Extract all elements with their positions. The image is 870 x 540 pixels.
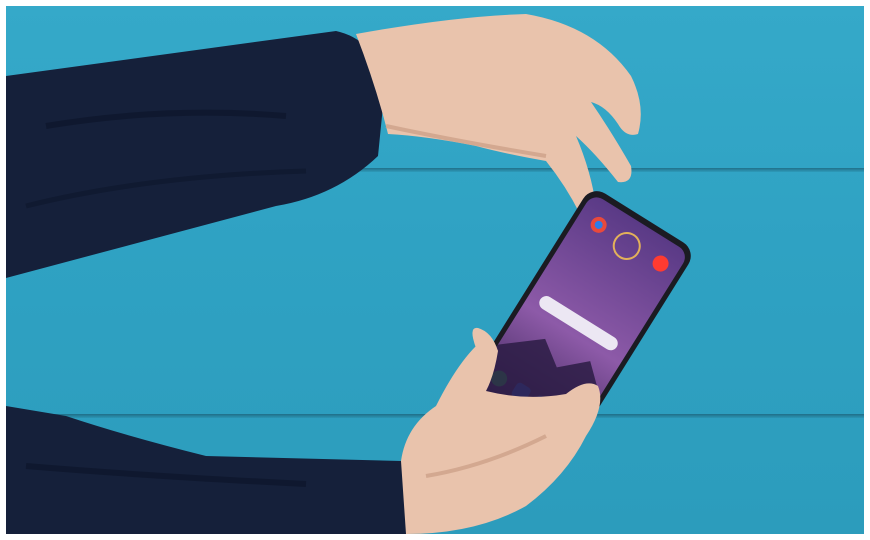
photo-scene <box>6 6 864 534</box>
upper-hand <box>356 14 641 215</box>
upper-sleeve <box>6 31 384 278</box>
lower-hand-thumb <box>472 327 498 351</box>
photo-illustration <box>6 14 691 534</box>
